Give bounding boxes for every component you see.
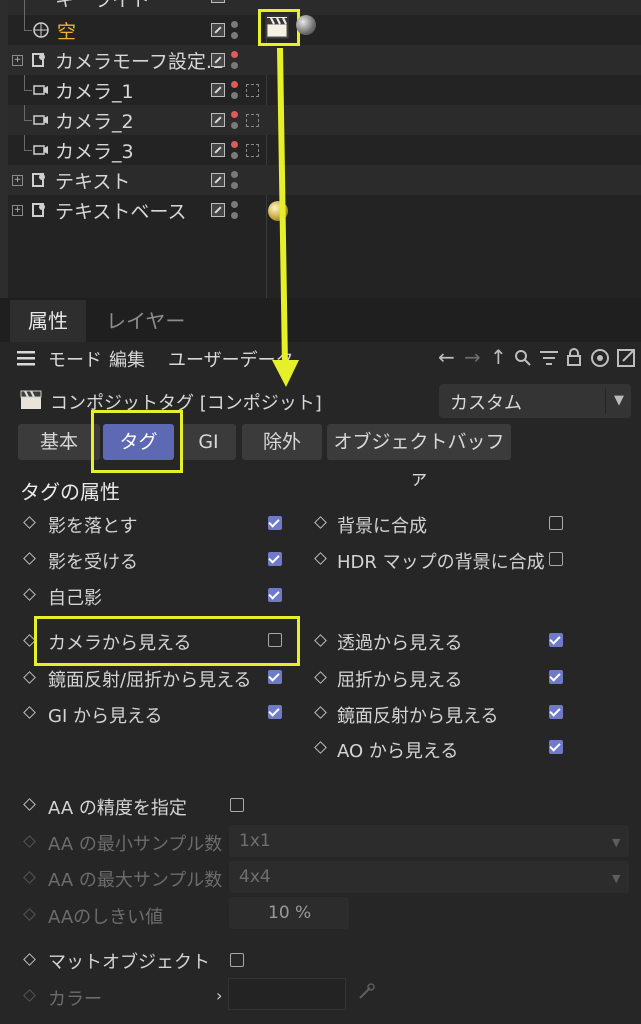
annotation-arrow: [272, 47, 299, 387]
